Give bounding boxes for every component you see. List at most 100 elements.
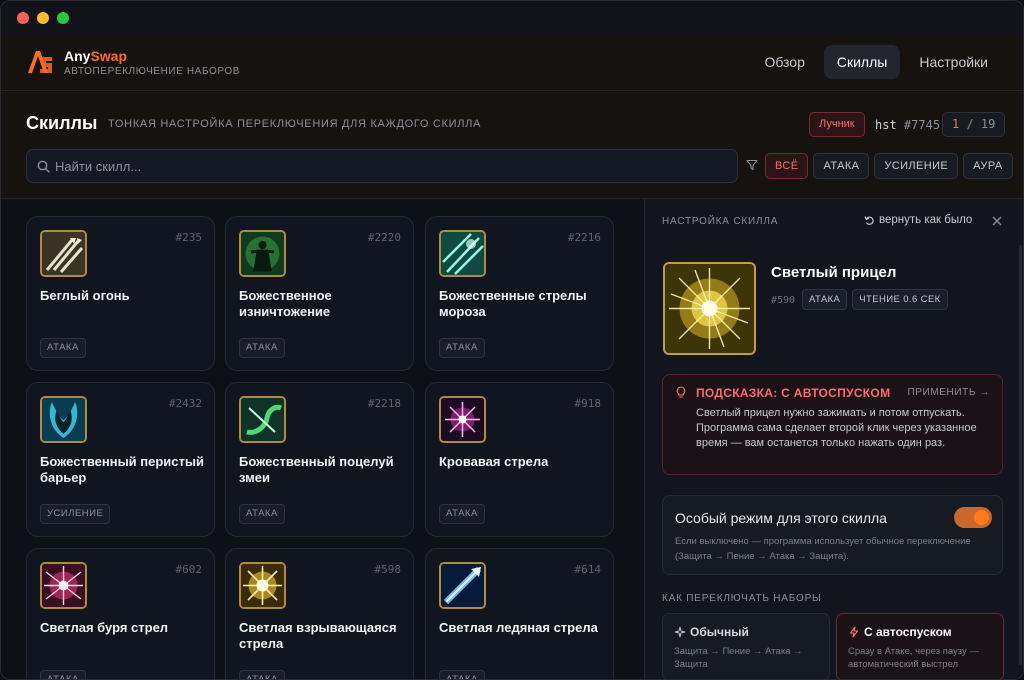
mode-option-autorelease[interactable]: С автоспуском Сразу в Атаке, через паузу… [836, 613, 1004, 679]
skill-card[interactable]: #2220 Божественное изничтожение АТАКА [225, 216, 414, 371]
skill-tag: АТАКА [439, 670, 485, 679]
category-filters: ВСЁ АТАКА УСИЛЕНИЕ АУРА [765, 153, 1013, 179]
skill-id: #2432 [168, 397, 202, 410]
page-header: Скиллы ТОНКАЯ НАСТРОЙКА ПЕРЕКЛЮЧЕНИЯ ДЛЯ… [1, 91, 1023, 199]
zoom-window-button[interactable] [57, 12, 69, 24]
skill-name: Божественный поцелуй змеи [239, 454, 394, 485]
skill-tag: АТАКА [239, 504, 285, 524]
undo-icon [864, 215, 874, 225]
skill-tag: АТАКА [40, 338, 86, 358]
skill-card[interactable]: #2432 Божественный перистый барьер УСИЛЕ… [26, 382, 215, 537]
nav-settings[interactable]: Настройки [906, 45, 1001, 79]
main-nav: Обзор Скиллы Настройки [751, 45, 1001, 79]
exploding-arrow-icon [239, 562, 286, 609]
hint-title: ПОДСКАЗКА: С АВТОСПУСКОМ [696, 386, 891, 400]
skill-name: Божественное изничтожение [239, 288, 332, 319]
skill-name: Светлая буря стрел [40, 620, 169, 635]
skill-tag: АТАКА [239, 338, 285, 358]
toggle-knob [974, 510, 989, 525]
mode-title: Обычный [690, 625, 749, 639]
special-mode-toggle[interactable] [954, 507, 992, 528]
skill-id: #235 [175, 231, 203, 244]
hint-box: ПОДСКАЗКА: С АВТОСПУСКОМ ПРИМЕНИТЬ → Све… [662, 374, 1003, 475]
search-box [26, 149, 738, 183]
page-subtitle: ТОНКАЯ НАСТРОЙКА ПЕРЕКЛЮЧЕНИЯ ДЛЯ КАЖДОГ… [108, 118, 482, 130]
close-icon[interactable] [991, 215, 1003, 227]
skill-name: Светлая ледяная стрела [439, 620, 598, 635]
filter-all[interactable]: ВСЁ [765, 153, 809, 179]
panel-title: НАСТРОЙКА СКИЛЛА [662, 216, 779, 227]
skill-id: #602 [175, 563, 203, 576]
skill-settings-panel: НАСТРОЙКА СКИЛЛА вернуть как было Светлы… [644, 199, 1023, 679]
filter-buff[interactable]: УСИЛЕНИЕ [874, 153, 959, 179]
cast-time-tag: ЧТЕНИЕ 0.6 СЕК [852, 289, 948, 310]
skill-card[interactable]: #602 Светлая буря стрел АТАКА [26, 548, 215, 679]
search-input[interactable] [55, 150, 725, 182]
skill-tag: АТАКА [239, 670, 285, 679]
skill-id: #2216 [567, 231, 601, 244]
skill-id: #2218 [367, 397, 401, 410]
skill-type-tag: АТАКА [802, 289, 848, 310]
nav-overview[interactable]: Обзор [751, 45, 817, 79]
special-mode-box: Особый режим для этого скилла Если выклю… [662, 495, 1003, 575]
hint-text: Светлый прицел нужно зажимать и потом от… [696, 407, 977, 449]
class-badge[interactable]: Лучник [809, 112, 865, 137]
selected-skill-name: Светлый прицел [771, 264, 897, 281]
apply-hint-button[interactable]: ПРИМЕНИТЬ → [907, 387, 990, 398]
pager[interactable]: 1 / 19 [942, 112, 1006, 137]
minimize-window-button[interactable] [37, 12, 49, 24]
skill-name: Божественные стрелы мороза [439, 288, 587, 319]
anyswap-logo-icon [28, 51, 52, 73]
filter-aura[interactable]: АУРА [963, 153, 1013, 179]
selected-skill-tags: АТАКА ЧТЕНИЕ 0.6 СЕК [802, 289, 948, 310]
skill-card[interactable]: #918 Кровавая стрела АТАКА [425, 382, 614, 537]
special-mode-title: Особый режим для этого скилла [675, 510, 887, 526]
feather-barrier-icon [40, 396, 87, 443]
reset-button[interactable]: вернуть как было [864, 214, 972, 226]
hst-indicator: hst #7745 [875, 118, 941, 132]
app-header: AnySwap АВТОПЕРЕКЛЮЧЕНИЕ НАБОРОВ Обзор С… [1, 35, 1023, 91]
skill-name: Светлая взрывающаяся стрела [239, 620, 397, 651]
divine-figure-icon [239, 230, 286, 277]
skill-tag: АТАКА [439, 504, 485, 524]
skill-card[interactable]: #2218 Божественный поцелуй змеи АТАКА [225, 382, 414, 537]
skill-id: #614 [574, 563, 602, 576]
title-bar [1, 1, 1023, 35]
app-subtitle: АВТОПЕРЕКЛЮЧЕНИЕ НАБОРОВ [64, 66, 241, 77]
selected-skill-id: #590 [771, 295, 796, 306]
skill-name: Беглый огонь [40, 288, 130, 303]
skill-name: Божественный перистый барьер [40, 454, 204, 485]
lightning-icon [849, 626, 859, 638]
skill-id: #2220 [367, 231, 401, 244]
serpent-kiss-icon [239, 396, 286, 443]
mode-option-normal[interactable]: Обычный Защита → Пение → Атака → Защита [662, 613, 830, 679]
mode-desc: Сразу в Атаке, через паузу — автоматичес… [848, 646, 979, 670]
skill-id: #598 [374, 563, 402, 576]
skill-card[interactable]: #598 Светлая взрывающаяся стрела АТАКА [225, 548, 414, 679]
blood-arrow-icon [439, 396, 486, 443]
search-icon [37, 160, 50, 173]
filter-icon[interactable] [746, 159, 758, 171]
panel-scrollbar[interactable] [1019, 245, 1022, 665]
arrow-storm-icon [40, 562, 87, 609]
reset-label: вернуть как было [879, 214, 973, 226]
skill-card[interactable]: #2216 Божественные стрелы мороза АТАКА [425, 216, 614, 371]
frost-arrows-icon [439, 230, 486, 277]
close-window-button[interactable] [17, 12, 29, 24]
filter-attack[interactable]: АТАКА [813, 153, 870, 179]
sparkle-icon [674, 626, 686, 638]
skill-card[interactable]: #614 Светлая ледяная стрела АТАКА [425, 548, 614, 679]
ice-arrow-icon [439, 562, 486, 609]
skill-card[interactable]: #235 Беглый огонь АТАКА [26, 216, 215, 371]
page-title: Скиллы [26, 113, 98, 133]
light-aim-icon [663, 262, 756, 355]
mode-title: С автоспуском [864, 625, 952, 639]
nav-skills[interactable]: Скиллы [823, 45, 901, 79]
triple-arrow-icon [40, 230, 87, 277]
app-window: AnySwap АВТОПЕРЕКЛЮЧЕНИЕ НАБОРОВ Обзор С… [0, 0, 1024, 680]
special-mode-desc: Если выключено — программа использует об… [675, 536, 971, 562]
mode-desc: Защита → Пение → Атака → Защита [674, 646, 803, 670]
skill-tag: АТАКА [40, 670, 86, 679]
switch-section-title: КАК ПЕРЕКЛЮЧАТЬ НАБОРЫ [662, 593, 822, 604]
skill-tag: АТАКА [439, 338, 485, 358]
